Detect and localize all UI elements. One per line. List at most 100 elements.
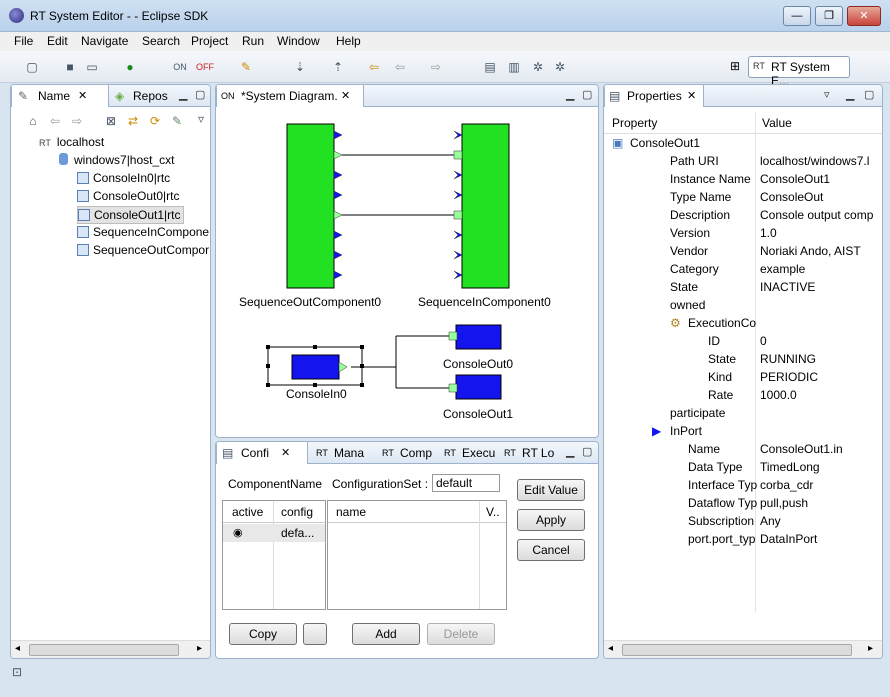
connect-icon[interactable]: ✎ xyxy=(169,113,185,129)
property-row[interactable]: Name ConsoleOut1.in xyxy=(604,441,882,459)
prev-annotation-icon[interactable]: ⇡ xyxy=(330,59,346,75)
property-row[interactable]: ⚙ ExecutionCo xyxy=(604,315,882,333)
tree-localhost[interactable]: RT localhost xyxy=(39,135,104,149)
property-row[interactable]: Interface Typ corba_cdr xyxy=(604,477,882,495)
maximize-view-icon[interactable]: ▢ xyxy=(582,445,592,458)
new-icon[interactable]: ▢ xyxy=(24,59,40,75)
property-row[interactable]: port.port_typ DataInPort xyxy=(604,531,882,549)
deactivate-all-icon[interactable]: OFF xyxy=(196,59,214,75)
property-row[interactable]: participate xyxy=(604,405,882,423)
scroll-right-icon[interactable]: ▸ xyxy=(868,643,873,654)
property-row[interactable]: Description Console output comp xyxy=(604,207,882,225)
tree-item-consolein0[interactable]: ConsoleIn0|rtc xyxy=(77,171,170,185)
view-menu-icon[interactable]: ▿ xyxy=(193,111,209,127)
tab-execution[interactable]: RT Execu xyxy=(440,442,498,464)
rt-tool-icon-2[interactable]: ▥ xyxy=(506,59,522,75)
tree-item-sequencein[interactable]: SequenceInCompone xyxy=(77,225,209,239)
property-row[interactable]: State RUNNING xyxy=(604,351,882,369)
config-values-table[interactable]: name V.. xyxy=(327,500,507,610)
tab-rt-log[interactable]: RT RT Lo xyxy=(500,442,558,464)
fast-view-icon[interactable]: ⊡ xyxy=(12,665,22,679)
tab-name-service[interactable]: ✎ Name ✕ xyxy=(11,85,109,107)
forward-icon[interactable]: ⇨ xyxy=(428,59,444,75)
open-perspective-icon[interactable]: ⊞ xyxy=(730,59,740,73)
property-row[interactable]: ▶ InPort xyxy=(604,423,882,441)
table-row[interactable]: ◉ defa... xyxy=(223,524,325,542)
activate-all-icon[interactable]: ON xyxy=(172,59,188,75)
tab-properties[interactable]: ▤ Properties ✕ xyxy=(604,85,704,107)
config-set-field[interactable]: default xyxy=(432,474,500,492)
column-config[interactable]: config xyxy=(281,505,313,519)
perspective-switcher[interactable]: RT RT System E... xyxy=(748,56,850,88)
property-row[interactable]: owned xyxy=(604,297,882,315)
home-icon[interactable]: ⌂ xyxy=(25,113,41,129)
run-icon[interactable]: ● xyxy=(122,59,138,75)
close-tab-icon[interactable]: ✕ xyxy=(281,442,290,464)
menu-search[interactable]: Search xyxy=(142,34,180,48)
scroll-left-icon[interactable]: ◂ xyxy=(608,643,613,654)
tree-host[interactable]: windows7|host_cxt xyxy=(59,153,175,167)
tree-item-consoleout1[interactable]: ConsoleOut1|rtc xyxy=(77,206,184,224)
property-row[interactable]: Version 1.0 xyxy=(604,225,882,243)
property-row[interactable]: Instance Name ConsoleOut1 xyxy=(604,171,882,189)
column-value[interactable]: V.. xyxy=(486,505,500,519)
next-annotation-icon[interactable]: ⇣ xyxy=(292,59,308,75)
maximize-view-icon[interactable]: ▢ xyxy=(582,88,592,101)
maximize-view-icon[interactable]: ▢ xyxy=(864,88,874,101)
property-row[interactable]: State INACTIVE xyxy=(604,279,882,297)
column-active[interactable]: active xyxy=(232,505,263,519)
tree-item-consoleout0[interactable]: ConsoleOut0|rtc xyxy=(77,189,180,203)
minimize-view-icon[interactable]: ▁ xyxy=(566,88,574,101)
property-row[interactable]: Dataflow Typ pull,push xyxy=(604,495,882,513)
tab-repository[interactable]: ◈ Repos xyxy=(111,85,171,107)
menu-project[interactable]: Project xyxy=(191,34,228,48)
copy-button[interactable]: Copy xyxy=(229,623,297,645)
rt-tool-icon-4[interactable]: ✲ xyxy=(552,59,568,75)
property-row[interactable]: ID 0 xyxy=(604,333,882,351)
tab-configuration[interactable]: ▤ Confi ✕ xyxy=(216,442,308,464)
menu-help[interactable]: Help xyxy=(336,34,361,48)
tree-item-sequenceout[interactable]: SequenceOutCompor xyxy=(77,243,209,257)
link-icon[interactable]: ⇄ xyxy=(125,113,141,129)
scroll-left-icon[interactable]: ◂ xyxy=(15,643,20,654)
property-row[interactable]: Subscription Any xyxy=(604,513,882,531)
menu-edit[interactable]: Edit xyxy=(47,34,68,48)
minimize-view-icon[interactable]: ▁ xyxy=(179,88,187,101)
menu-navigate[interactable]: Navigate xyxy=(81,34,128,48)
column-property[interactable]: Property xyxy=(612,116,657,130)
scroll-thumb[interactable] xyxy=(622,644,852,656)
config-set-table[interactable]: active config ◉ defa... xyxy=(222,500,326,610)
close-tab-icon[interactable]: ✕ xyxy=(78,85,87,107)
edit-value-button[interactable]: Edit Value xyxy=(517,479,585,501)
print-icon[interactable]: ▭ xyxy=(84,59,100,75)
close-button[interactable]: ✕ xyxy=(847,6,881,26)
maximize-button[interactable]: ❐ xyxy=(815,6,843,26)
tab-system-diagram[interactable]: ON *System Diagram. ✕ xyxy=(216,85,364,107)
property-row[interactable]: Vendor Noriaki Ando, AIST xyxy=(604,243,882,261)
menu-file[interactable]: File xyxy=(14,34,33,48)
collapse-icon[interactable]: ⊠ xyxy=(103,113,119,129)
scroll-thumb[interactable] xyxy=(29,644,179,656)
menu-run[interactable]: Run xyxy=(242,34,264,48)
scroll-right-icon[interactable]: ▸ xyxy=(197,643,202,654)
rt-tool-icon-3[interactable]: ✲ xyxy=(530,59,546,75)
minimize-view-icon[interactable]: ▁ xyxy=(566,445,574,458)
horizontal-scrollbar[interactable]: ◂ ▸ xyxy=(11,640,210,658)
add-button[interactable]: Add xyxy=(352,623,420,645)
delete-button[interactable]: Delete xyxy=(427,623,495,645)
view-menu-icon[interactable]: ▿ xyxy=(824,88,830,101)
back-icon[interactable]: ⇦ xyxy=(392,59,408,75)
diagram-canvas[interactable] xyxy=(216,107,598,437)
property-row[interactable]: Kind PERIODIC xyxy=(604,369,882,387)
last-edit-icon[interactable]: ⇦ xyxy=(366,59,382,75)
rt-tool-icon-1[interactable]: ▤ xyxy=(482,59,498,75)
apply-button[interactable]: Apply xyxy=(517,509,585,531)
property-row[interactable]: Category example xyxy=(604,261,882,279)
wand-icon[interactable]: ✎ xyxy=(238,59,254,75)
property-row[interactable]: ▣ ConsoleOut1 xyxy=(604,135,882,153)
column-name[interactable]: name xyxy=(336,505,366,519)
hidden-button[interactable] xyxy=(303,623,327,645)
maximize-view-icon[interactable]: ▢ xyxy=(195,88,205,101)
refresh-icon[interactable]: ⟳ xyxy=(147,113,163,129)
tab-composite[interactable]: RT Comp xyxy=(378,442,436,464)
